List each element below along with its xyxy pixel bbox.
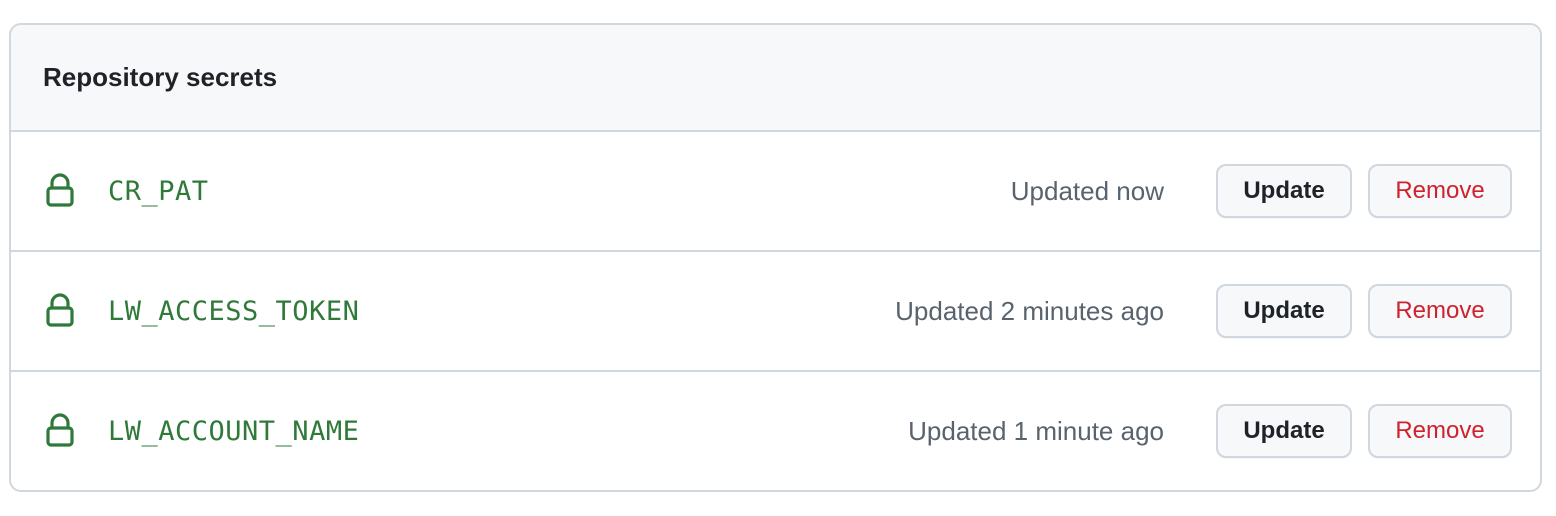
update-button[interactable]: Update — [1216, 284, 1352, 338]
secret-row: LW_ACCESS_TOKEN Updated 2 minutes ago Up… — [11, 252, 1540, 372]
repository-secrets-panel: Repository secrets CR_PAT Updated now Up… — [9, 23, 1542, 492]
remove-button[interactable]: Remove — [1368, 404, 1512, 458]
update-button[interactable]: Update — [1216, 164, 1352, 218]
remove-button[interactable]: Remove — [1368, 284, 1512, 338]
panel-header: Repository secrets — [11, 25, 1540, 132]
panel-title: Repository secrets — [43, 62, 278, 92]
lock-icon — [46, 293, 74, 327]
updated-timestamp: Updated now — [1010, 175, 1164, 206]
update-button[interactable]: Update — [1216, 404, 1352, 458]
secret-name: LW_ACCESS_TOKEN — [108, 295, 360, 327]
secret-row: LW_ACCOUNT_NAME Updated 1 minute ago Upd… — [11, 372, 1540, 490]
secret-name: LW_ACCOUNT_NAME — [108, 415, 360, 447]
secret-name: CR_PAT — [108, 175, 209, 207]
secret-row: CR_PAT Updated now Update Remove — [11, 132, 1540, 252]
updated-timestamp: Updated 1 minute ago — [908, 415, 1164, 446]
lock-icon — [46, 413, 74, 447]
remove-button[interactable]: Remove — [1368, 164, 1512, 218]
lock-icon — [46, 173, 74, 207]
updated-timestamp: Updated 2 minutes ago — [895, 295, 1164, 326]
